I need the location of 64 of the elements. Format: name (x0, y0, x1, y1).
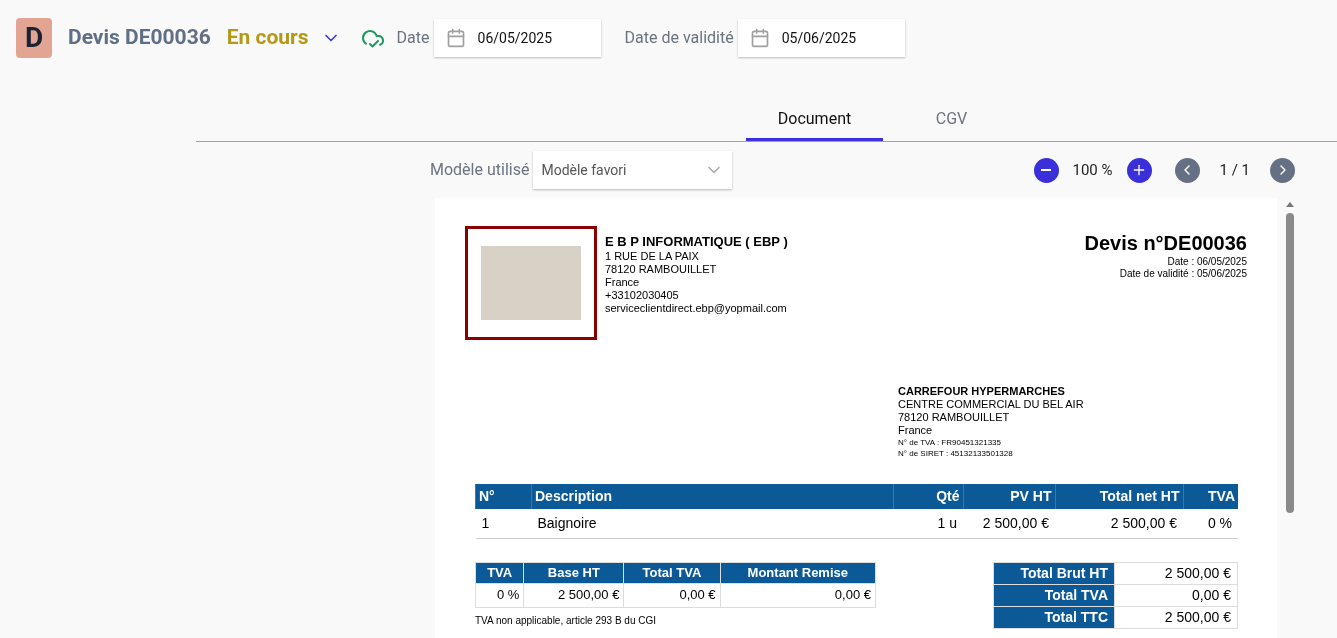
table-header: Total TVA (623, 562, 721, 583)
total-label: Total TTC (993, 606, 1115, 628)
client-id-line: N° de SIRET : 45132133501328 (898, 448, 1014, 459)
validity-label: Date de validité (624, 27, 734, 49)
zoom-level: 100 % (1072, 159, 1113, 181)
zoom-in-button[interactable] (1126, 157, 1152, 183)
date-field[interactable]: 06/05/2025 (433, 19, 601, 57)
table-cell: 2 500,00 € (1055, 509, 1183, 538)
table-header: TVA (1183, 484, 1238, 509)
total-label: Total Brut HT (993, 562, 1115, 584)
table-cell: 2 500,00 € (523, 583, 624, 607)
table-header: Description (531, 484, 893, 509)
plus-icon (1131, 162, 1147, 178)
avatar: D (16, 18, 52, 58)
scroll-up-icon (1286, 202, 1294, 207)
client-address-line: CARREFOUR HYPERMARCHES (898, 385, 1066, 398)
table-header: Base HT (523, 562, 624, 583)
vat-note: TVA non applicable, article 293 B du CGI (475, 613, 658, 628)
table-cell: 0,00 € (623, 583, 721, 607)
previous-page-button[interactable] (1174, 157, 1200, 183)
document-title: Devis n°DE00036 (1084, 231, 1247, 256)
company-address-line: France (605, 276, 641, 289)
calendar-icon (445, 28, 466, 48)
table-header: Total net HT (1055, 484, 1183, 509)
company-address-line: 78120 RAMBOUILLET (605, 263, 718, 276)
template-label: Modèle utilisé (430, 159, 530, 181)
tab[interactable]: Document (746, 99, 883, 141)
tab[interactable]: CGV (883, 99, 1020, 141)
quote-title: Devis DE00036 (68, 24, 211, 52)
template-dropdown[interactable]: Modèle favori (533, 151, 733, 189)
client-address-line: CENTRE COMMERCIAL DU BEL AIR (898, 398, 1085, 411)
table-header: Qté (893, 484, 963, 509)
date-label: Date (396, 27, 430, 49)
document-date: Date : 06/05/2025 (1167, 256, 1247, 268)
scrollbar-thumb[interactable] (1286, 213, 1294, 513)
validity-date-field[interactable]: 05/06/2025 (737, 19, 905, 57)
table-header: TVA (475, 562, 524, 583)
company-address-line: serviceclientdirect.ebp@yopmail.com (605, 302, 788, 315)
company-address-line: 1 RUE DE LA PAIX (605, 250, 700, 263)
next-page-button[interactable] (1270, 157, 1295, 183)
client-id-line: N° de TVA : FR90451321335 (898, 437, 1002, 448)
minus-icon (1041, 169, 1051, 171)
calendar-icon (749, 28, 770, 48)
table-header: Montant Remise (720, 562, 876, 583)
total-value: 2 500,00 € (1114, 606, 1238, 628)
client-address-line: France (898, 424, 934, 437)
table-header: PV HT (963, 484, 1055, 509)
table-cell: Baignoire (531, 509, 893, 538)
table-header: N° (475, 484, 532, 509)
document-date: Date de validité : 05/06/2025 (1119, 268, 1247, 280)
table-cell: 2 500,00 € (963, 509, 1055, 538)
company-name: E B P INFORMATIQUE ( EBP ) (605, 234, 788, 250)
zoom-out-button[interactable] (1033, 157, 1059, 183)
client-address-line: 78120 RAMBOUILLET (898, 411, 1011, 424)
total-value: 0,00 € (1114, 584, 1238, 606)
table-cell: 1 u (893, 509, 963, 538)
table-cell: 1 (475, 509, 532, 538)
table-cell: 0,00 € (720, 583, 876, 607)
table-cell: 0 % (1183, 509, 1238, 538)
company-address-line: +33102030405 (605, 289, 680, 302)
total-label: Total TVA (993, 584, 1115, 606)
table-cell: 0 % (475, 583, 524, 607)
total-value: 2 500,00 € (1114, 562, 1238, 584)
page-indicator: 1 / 1 (1219, 159, 1250, 181)
